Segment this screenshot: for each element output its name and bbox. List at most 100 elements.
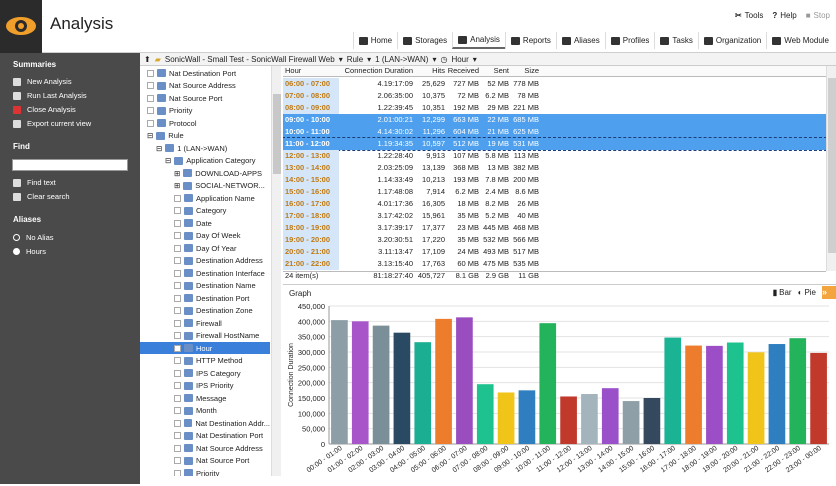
chevron-down-icon[interactable]: ▾ (473, 55, 477, 64)
tree-item[interactable]: ⊟ Application Category (140, 155, 270, 167)
breadcrumb-source[interactable]: SonicWall - Small Test - SonicWall Firew… (165, 55, 335, 64)
chevron-down-icon[interactable]: ▾ (339, 55, 343, 64)
run-last-analysis-button[interactable]: Run Last Analysis (13, 91, 87, 100)
checkbox-icon[interactable] (174, 382, 181, 389)
find-input[interactable] (12, 159, 128, 171)
tree-item[interactable]: ⊞ SOCIAL-NETWOR... (140, 180, 270, 192)
tree-item[interactable]: Nat Destination Port (140, 67, 270, 79)
tree-item[interactable]: Application Name (140, 192, 270, 204)
tree-item[interactable]: Protocol (140, 117, 270, 129)
checkbox-icon[interactable] (147, 107, 154, 114)
checkbox-icon[interactable] (174, 307, 181, 314)
tree-item[interactable]: Month (140, 405, 270, 417)
close-analysis-button[interactable]: Close Analysis (13, 105, 76, 114)
checkbox-icon[interactable] (174, 257, 181, 264)
tab-aliases[interactable]: Aliases (555, 32, 605, 49)
table-row[interactable]: 12:00 - 13:00 1.22:28:40 9,913 107 MB 5.8 MB… (283, 150, 826, 162)
checkbox-icon[interactable] (174, 369, 181, 377)
checkbox-icon[interactable] (174, 357, 181, 364)
tree-item[interactable]: IPS Priority (140, 380, 270, 392)
checkbox-icon[interactable] (174, 219, 181, 227)
tab-organization[interactable]: Organization (697, 32, 766, 49)
table-row[interactable]: 17:00 - 18:00 3.17:42:02 15,961 35 MB 5.2 MB… (283, 210, 826, 222)
help-link[interactable]: ? Help (772, 11, 796, 20)
tree-item[interactable]: Nat Source Address (140, 442, 270, 454)
expand-icon[interactable]: ⊞ (174, 169, 180, 178)
checkbox-icon[interactable] (174, 269, 181, 277)
clear-search-button[interactable]: Clear search (13, 192, 70, 201)
tree-item[interactable]: Destination Address (140, 255, 270, 267)
table-row[interactable]: 08:00 - 09:00 1.22:39:45 10,351 192 MB 29 MB… (283, 102, 826, 114)
tools-link[interactable]: ✂ Tools (735, 11, 763, 20)
column-header-size[interactable]: Size (511, 66, 539, 77)
new-analysis-button[interactable]: New Analysis (13, 77, 72, 86)
tree-item[interactable]: Nat Source Port (140, 455, 270, 467)
checkbox-icon[interactable] (174, 407, 181, 414)
column-header-received[interactable]: Received (447, 66, 479, 77)
tab-reports[interactable]: Reports (504, 32, 556, 49)
table-row[interactable]: 11:00 - 12:00 1.19:34:35 10,597 512 MB 19 MB… (283, 137, 826, 151)
checkbox-icon[interactable] (174, 444, 181, 452)
tree-scroll-thumb[interactable] (273, 94, 281, 174)
tree-item[interactable]: Destination Name (140, 280, 270, 292)
checkbox-icon[interactable] (174, 432, 181, 439)
column-header-sent[interactable]: Sent (481, 66, 509, 77)
tree-item[interactable]: Date (140, 217, 270, 229)
tree-item[interactable]: ⊟ 1 (LAN->WAN) (140, 142, 270, 154)
checkbox-icon[interactable] (174, 282, 181, 289)
checkbox-icon[interactable] (174, 419, 181, 427)
chevron-down-icon[interactable]: ▾ (432, 55, 436, 64)
column-header-connection-duration[interactable]: Connection Duration (341, 66, 413, 77)
table-scroll-thumb[interactable] (828, 78, 836, 253)
tab-tasks[interactable]: Tasks (654, 32, 697, 49)
table-scrollbar[interactable] (826, 66, 836, 271)
table-row[interactable]: 15:00 - 16:00 1.17:48:08 7,914 6.2 MB 2.4 MB… (283, 186, 826, 198)
table-row[interactable]: 14:00 - 15:00 1.14:33:49 10,213 193 MB 7.8 M… (283, 174, 826, 186)
pie-chart-button[interactable]: ◐ Pie (798, 288, 816, 297)
expand-icon[interactable]: ⊞ (174, 181, 180, 190)
alias-hours-radio[interactable]: Hours (13, 247, 46, 256)
bar-chart-button[interactable]: ▮ Bar (773, 288, 792, 297)
table-row[interactable]: 16:00 - 17:00 4.01:17:36 16,305 18 MB 8.2 MB… (283, 198, 826, 210)
tree-item[interactable]: Message (140, 392, 270, 404)
tree-item[interactable]: Nat Source Address (140, 80, 270, 92)
tree-item[interactable]: Firewall (140, 317, 270, 329)
tree-item[interactable]: Hour (140, 342, 270, 354)
table-row[interactable]: 06:00 - 07:00 4.19:17:09 25,629 727 MB 52 MB… (283, 78, 826, 90)
collapse-icon[interactable]: ⊟ (165, 156, 171, 165)
table-row[interactable]: 10:00 - 11:00 4.14:30:02 11,296 604 MB 21 MB… (283, 126, 826, 138)
table-row[interactable]: 09:00 - 10:00 2.01:00:21 12,299 663 MB 22 MB… (283, 114, 826, 126)
stop-link[interactable]: ■ Stop (806, 11, 830, 20)
checkbox-icon[interactable] (147, 69, 154, 77)
tab-analysis[interactable]: Analysis (452, 32, 505, 49)
tree-item[interactable]: Destination Interface (140, 267, 270, 279)
chevron-down-icon[interactable]: ▾ (367, 55, 371, 64)
tree-item[interactable]: Day Of Year (140, 242, 270, 254)
tree-item[interactable]: Category (140, 205, 270, 217)
checkbox-icon[interactable] (147, 119, 154, 127)
tree-item[interactable]: Destination Port (140, 292, 270, 304)
tree-item[interactable]: Destination Zone (140, 305, 270, 317)
breadcrumb-field[interactable]: Hour (451, 55, 468, 64)
collapse-icon[interactable]: ⊟ (147, 131, 153, 140)
checkbox-icon[interactable] (174, 319, 181, 327)
tree-item[interactable]: Firewall HostName (140, 330, 270, 342)
tree-item[interactable]: HTTP Method (140, 355, 270, 367)
table-row[interactable]: 07:00 - 08:00 2.06:35:00 10,375 72 MB 6.2 MB… (283, 90, 826, 102)
table-row[interactable]: 18:00 - 19:00 3.17:39:17 17,377 23 MB 445 MB… (283, 222, 826, 234)
tree-item[interactable]: Nat Destination Port (140, 430, 270, 442)
checkbox-icon[interactable] (174, 232, 181, 239)
tab-web-module[interactable]: Web Module (766, 32, 834, 49)
collapse-graph-button[interactable]: » (822, 286, 836, 299)
checkbox-icon[interactable] (174, 457, 181, 464)
alias-none-radio[interactable]: No Alias (13, 233, 54, 242)
table-row[interactable]: 13:00 - 14:00 2.03:25:09 13,139 368 MB 13 MB… (283, 162, 826, 174)
tree-item[interactable]: ⊟ Rule (140, 130, 270, 142)
tab-profiles[interactable]: Profiles (604, 32, 655, 49)
find-text-button[interactable]: Find text (13, 178, 56, 187)
tree-scrollbar[interactable] (271, 66, 281, 476)
breadcrumb-rule[interactable]: Rule (347, 55, 363, 64)
checkbox-icon[interactable] (174, 469, 181, 476)
table-row[interactable]: 20:00 - 21:00 3.11:13:47 17,109 24 MB 493 MB… (283, 246, 826, 258)
tree-item[interactable]: Day Of Week (140, 230, 270, 242)
